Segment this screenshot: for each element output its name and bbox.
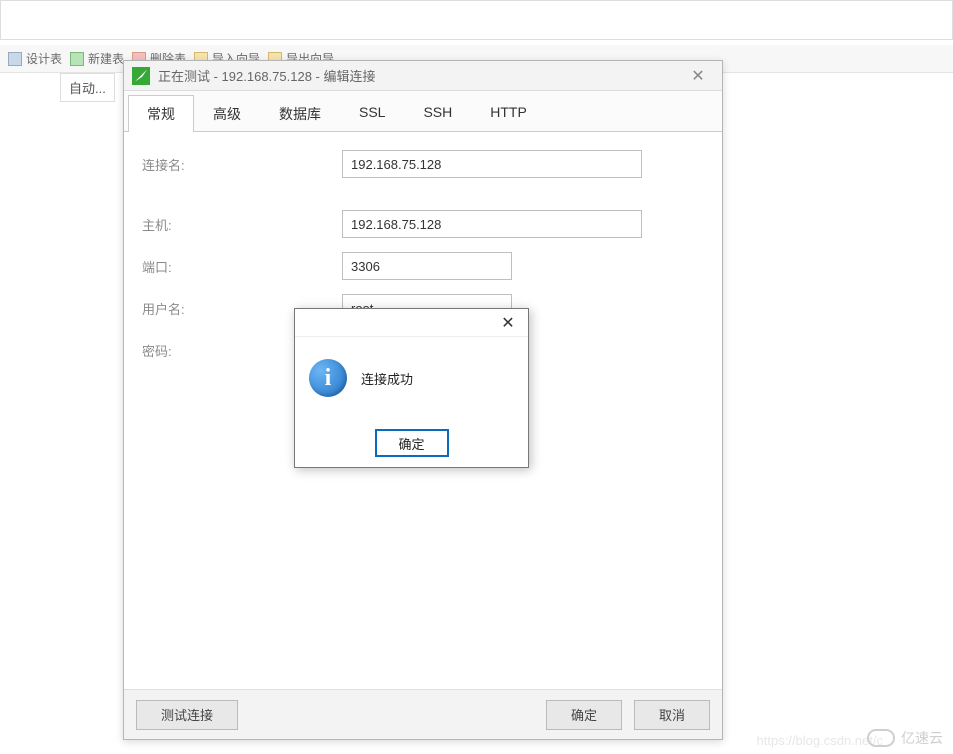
cloud-icon — [867, 729, 895, 747]
tab-database[interactable]: 数据库 — [260, 95, 340, 132]
dialog-footer: 测试连接 确定 取消 — [124, 689, 722, 739]
row-host: 主机: — [142, 210, 704, 238]
input-port[interactable] — [342, 252, 512, 280]
msgbox-close-icon[interactable]: ✕ — [488, 310, 528, 336]
msgbox-titlebar: ✕ — [295, 309, 528, 337]
info-icon: i — [309, 359, 347, 397]
tab-advanced[interactable]: 高级 — [194, 95, 260, 132]
test-connection-button[interactable]: 测试连接 — [136, 700, 238, 730]
tb-new-table[interactable]: 新建表 — [70, 50, 124, 67]
dialog-title: 正在测试 - 192.168.75.128 - 编辑连接 — [158, 66, 682, 85]
watermark-brand: 亿速云 — [901, 728, 943, 748]
watermark-url: https://blog.csdn.net/c — [757, 733, 883, 748]
msgbox-footer: 确定 — [295, 419, 528, 467]
row-port: 端口: — [142, 252, 704, 280]
tab-ssh[interactable]: SSH — [404, 95, 471, 132]
dialog-tabs: 常规 高级 数据库 SSL SSH HTTP — [124, 91, 722, 132]
tab-ssl[interactable]: SSL — [340, 95, 404, 132]
row-conn-name: 连接名: — [142, 150, 704, 178]
watermark: 亿速云 — [867, 728, 943, 748]
msgbox-ok-button[interactable]: 确定 — [375, 429, 449, 457]
app-icon — [132, 67, 150, 85]
input-conn-name[interactable] — [342, 150, 642, 178]
bg-tab-auto[interactable]: 自动... — [60, 73, 115, 102]
close-icon[interactable]: ✕ — [682, 64, 714, 88]
dialog-titlebar: 正在测试 - 192.168.75.128 - 编辑连接 ✕ — [124, 61, 722, 91]
message-box: ✕ i 连接成功 确定 — [294, 308, 529, 468]
tab-general[interactable]: 常规 — [128, 95, 194, 132]
tab-http[interactable]: HTTP — [471, 95, 546, 132]
background-toolbar-top — [0, 0, 953, 40]
cancel-button[interactable]: 取消 — [634, 700, 710, 730]
input-host[interactable] — [342, 210, 642, 238]
msgbox-text: 连接成功 — [361, 369, 413, 388]
label-port: 端口: — [142, 257, 342, 276]
label-conn-name: 连接名: — [142, 155, 342, 174]
label-host: 主机: — [142, 215, 342, 234]
tb-design-table[interactable]: 设计表 — [8, 50, 62, 67]
ok-button[interactable]: 确定 — [546, 700, 622, 730]
msgbox-body: i 连接成功 — [295, 337, 528, 419]
